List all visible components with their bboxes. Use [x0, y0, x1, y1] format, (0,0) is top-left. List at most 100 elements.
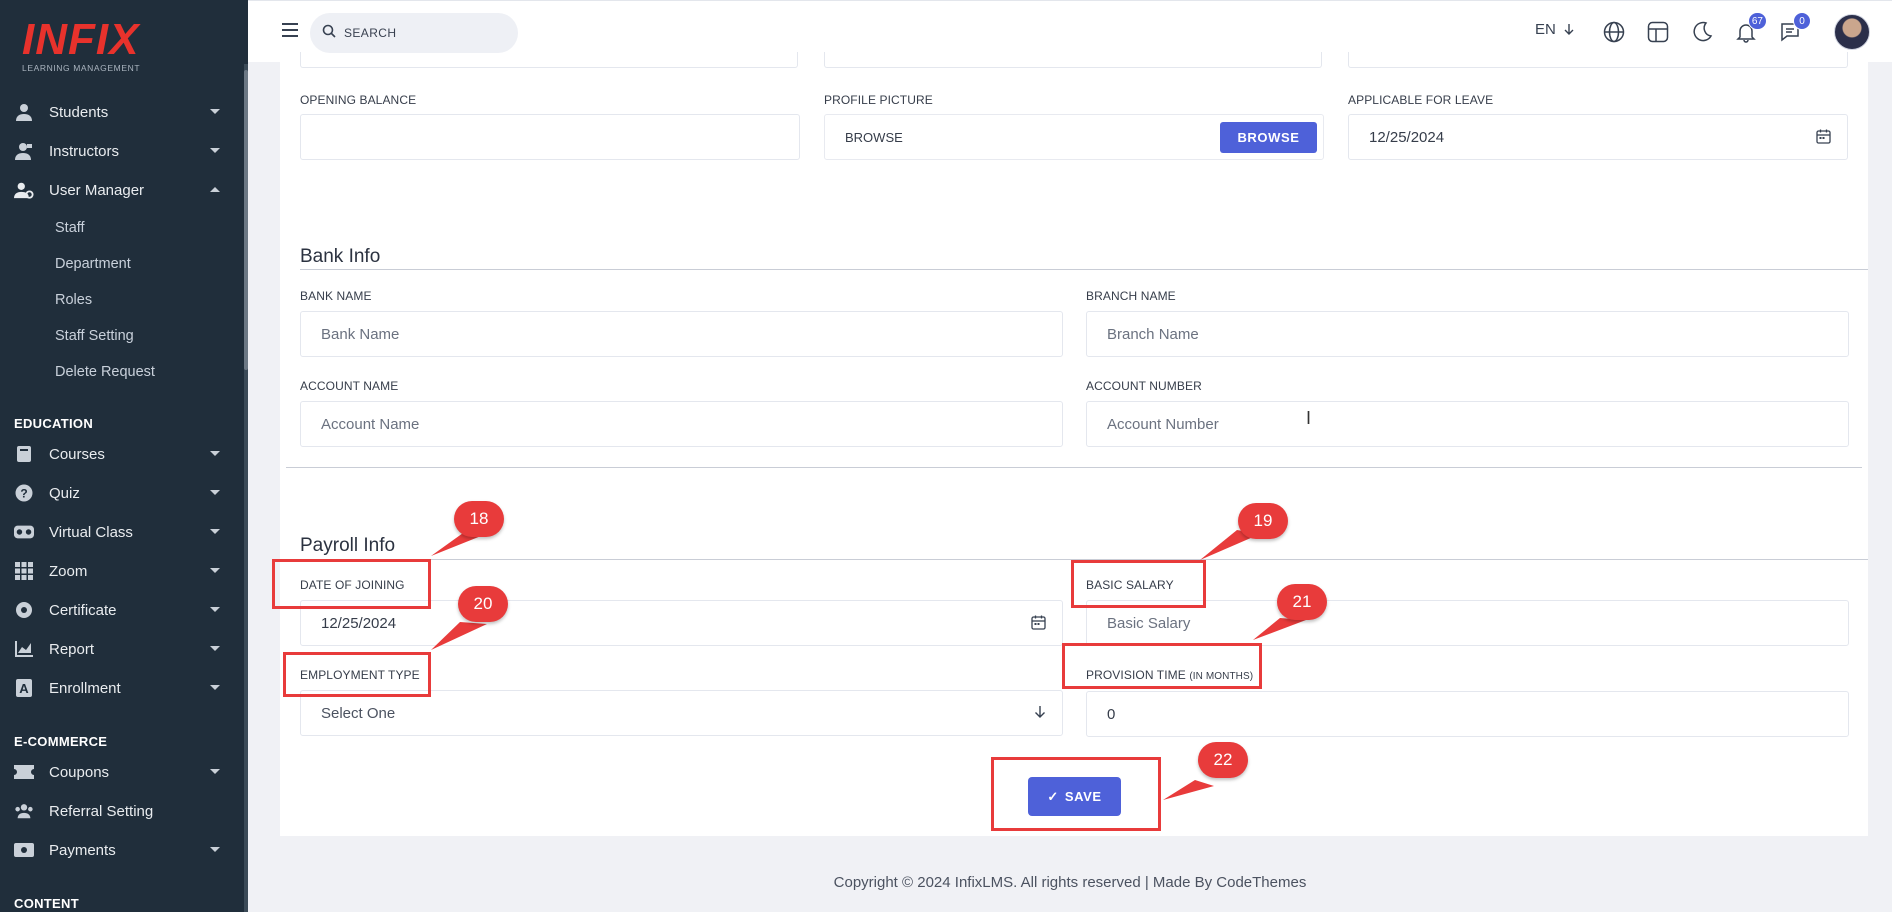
bank-name-label: BANK NAME	[300, 289, 372, 303]
chevron-down-icon	[210, 646, 220, 651]
chevron-down-icon	[210, 529, 220, 534]
sidebar-item-certificate[interactable]: Certificate	[0, 592, 244, 628]
sidebar: INFIX LEARNING MANAGEMENT Students Instr…	[0, 0, 248, 912]
money-icon	[14, 840, 34, 860]
sidebar-subitem-department[interactable]: Department	[55, 249, 131, 279]
logo-text: INFIX	[22, 15, 140, 64]
avatar[interactable]	[1834, 14, 1870, 50]
sidebar-item-label: Report	[49, 640, 95, 658]
annotation-box-20	[283, 652, 431, 697]
menu-toggle-icon[interactable]	[282, 23, 298, 37]
sidebar-item-label: Coupons	[49, 763, 110, 781]
chevron-down-icon	[210, 568, 220, 573]
annotation-callout-20: 20	[458, 586, 508, 622]
sidebar-item-label: Students	[49, 103, 109, 121]
text-cursor-icon: I	[1306, 408, 1312, 428]
chat-icon[interactable]: 0	[1773, 12, 1811, 49]
field-edge	[1348, 52, 1848, 68]
bank-info-divider	[300, 269, 1868, 270]
bank-name-field[interactable]	[300, 311, 1063, 357]
account-number-label: ACCOUNT NUMBER	[1086, 379, 1202, 393]
sidebar-subitem-delete-request[interactable]: Delete Request	[55, 357, 155, 387]
sidebar-item-label: Zoom	[49, 562, 88, 580]
account-name-field[interactable]	[300, 401, 1063, 447]
sidebar-item-courses[interactable]: Courses	[0, 436, 244, 472]
calendar-icon[interactable]	[1031, 615, 1046, 635]
grid-icon	[14, 561, 34, 581]
sidebar-subitem-roles[interactable]: Roles	[55, 285, 92, 315]
sidebar-item-label: Instructors	[49, 142, 120, 160]
logo-tagline: LEARNING MANAGEMENT	[22, 63, 141, 73]
applicable-for-leave-field[interactable]: 12/25/2024	[1348, 114, 1848, 160]
sidebar-item-payments[interactable]: Payments	[0, 832, 244, 868]
bank-name-input[interactable]	[301, 325, 1062, 343]
logo[interactable]: INFIX LEARNING MANAGEMENT	[22, 15, 141, 74]
sidebar-item-coupons[interactable]: Coupons	[0, 754, 244, 790]
sidebar-item-students[interactable]: Students	[0, 94, 244, 130]
applicable-for-leave-label: APPLICABLE FOR LEAVE	[1348, 93, 1494, 107]
layout-icon[interactable]	[1641, 15, 1675, 49]
notification-bell-icon[interactable]: 67	[1729, 12, 1767, 49]
annotation-callout-18: 18	[454, 501, 504, 537]
branch-name-label: BRANCH NAME	[1086, 289, 1176, 303]
enrollment-icon: A	[14, 678, 34, 698]
sidebar-subitem-staff[interactable]: Staff	[55, 213, 85, 243]
sidebar-item-zoom[interactable]: Zoom	[0, 553, 244, 589]
payroll-info-title: Payroll Info	[300, 535, 396, 556]
sidebar-item-virtual-class[interactable]: Virtual Class	[0, 514, 244, 550]
branch-name-input[interactable]	[1087, 325, 1848, 343]
account-name-input[interactable]	[301, 415, 1062, 433]
scrollbar-thumb[interactable]	[244, 70, 248, 370]
annotation-box-19	[1071, 560, 1206, 608]
sidebar-item-quiz[interactable]: ? Quiz	[0, 475, 244, 511]
sidebar-subitem-staff-setting[interactable]: Staff Setting	[55, 321, 134, 351]
annotation-box-18	[272, 559, 431, 609]
basic-salary-input[interactable]	[1087, 614, 1848, 632]
annotation-callout-19: 19	[1238, 503, 1288, 539]
globe-icon[interactable]	[1597, 15, 1631, 49]
branch-name-field[interactable]	[1086, 311, 1849, 357]
chevron-down-icon	[210, 685, 220, 690]
arrow-down-icon	[1034, 705, 1046, 724]
sidebar-item-label: Quiz	[49, 484, 80, 502]
opening-balance-label: OPENING BALANCE	[300, 93, 417, 107]
applicable-for-leave-value: 12/25/2024	[1369, 128, 1445, 146]
book-icon	[14, 444, 34, 464]
chevron-up-icon	[210, 187, 220, 192]
chevron-down-icon	[210, 148, 220, 153]
language-selector[interactable]: EN	[1535, 21, 1574, 38]
profile-picture-value: BROWSE	[845, 129, 903, 145]
sidebar-item-instructors[interactable]: Instructors	[0, 133, 244, 169]
search-input[interactable]	[344, 26, 494, 40]
opening-balance-field[interactable]	[300, 114, 800, 160]
sidebar-item-enrollment[interactable]: A Enrollment	[0, 670, 244, 706]
moon-icon[interactable]	[1685, 15, 1719, 49]
sidebar-item-referral-setting[interactable]: Referral Setting	[0, 793, 244, 829]
instructor-icon	[14, 141, 34, 161]
provision-time-field[interactable]	[1086, 691, 1849, 737]
profile-picture-field[interactable]: BROWSE BROWSE	[824, 114, 1324, 160]
opening-balance-input[interactable]	[301, 128, 799, 146]
section-heading-education: EDUCATION	[14, 416, 94, 431]
user-icon	[14, 102, 34, 122]
field-edge	[824, 52, 1322, 68]
chevron-down-icon	[210, 769, 220, 774]
sidebar-item-label: Referral Setting	[49, 802, 154, 820]
sidebar-item-report[interactable]: Report	[0, 631, 244, 667]
staff-form-card: OPENING BALANCE PROFILE PICTURE BROWSE B…	[280, 52, 1868, 836]
search-icon	[322, 24, 336, 43]
message-badge: 0	[1793, 12, 1811, 30]
calendar-icon[interactable]	[1816, 129, 1831, 149]
sidebar-item-user-manager[interactable]: User Manager	[0, 172, 244, 208]
search-box[interactable]	[310, 13, 518, 53]
provision-time-input[interactable]	[1087, 705, 1848, 723]
account-number-input[interactable]	[1087, 415, 1848, 433]
sidebar-item-label: Enrollment	[49, 679, 121, 697]
browse-button[interactable]: BROWSE	[1220, 122, 1317, 153]
account-number-field[interactable]	[1086, 401, 1849, 447]
arrow-down-icon	[1564, 23, 1574, 35]
svg-text:?: ?	[20, 487, 27, 501]
language-label: EN	[1535, 21, 1556, 38]
sidebar-scrollbar[interactable]	[244, 64, 248, 912]
date-of-joining-value: 12/25/2024	[321, 614, 397, 632]
